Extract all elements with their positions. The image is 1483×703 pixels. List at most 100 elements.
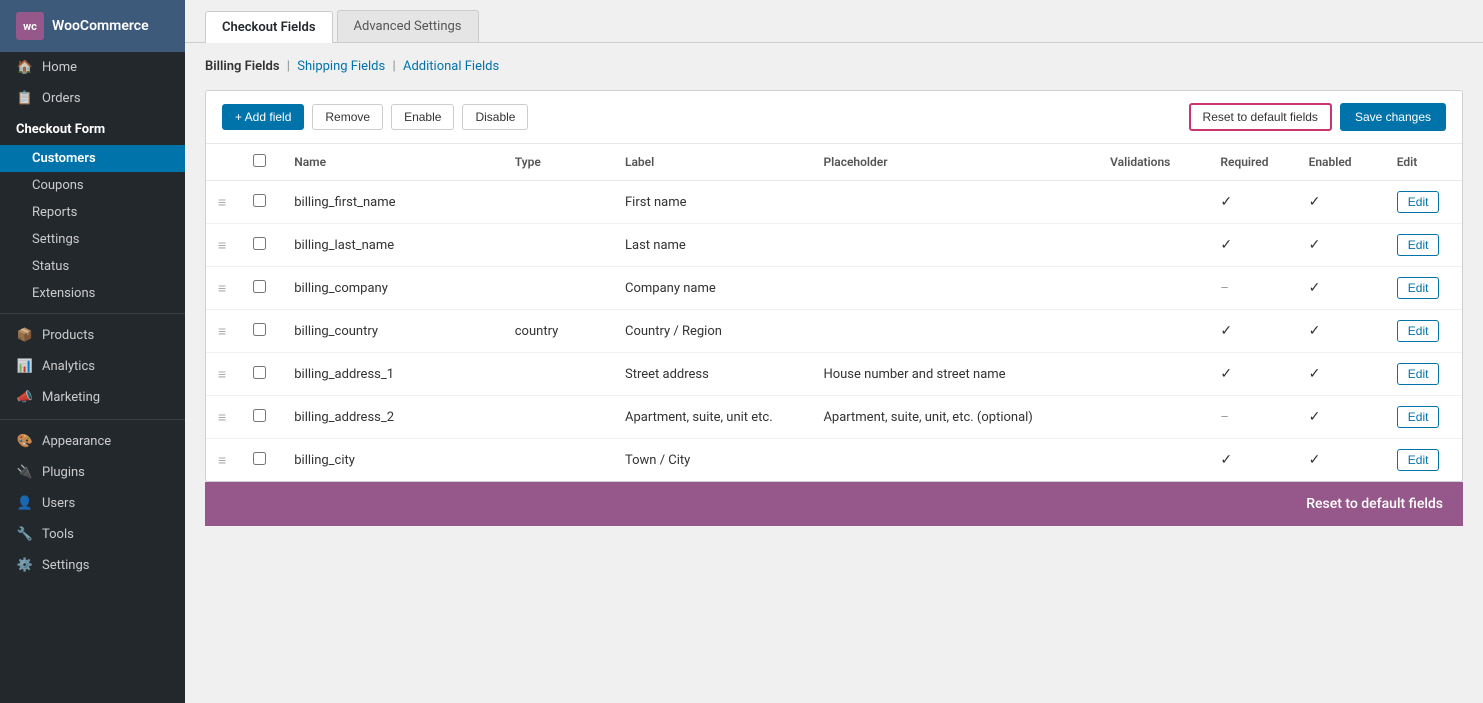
- sidebar-item-label-status: Status: [32, 259, 69, 274]
- row-checkbox[interactable]: [253, 194, 266, 207]
- drag-handle-icon[interactable]: ≡: [218, 324, 226, 340]
- drag-handle-icon[interactable]: ≡: [218, 410, 226, 426]
- edit-button[interactable]: Edit: [1397, 234, 1440, 256]
- sidebar-logo-text: WooCommerce: [52, 18, 149, 34]
- enabled-checkmark: ✓: [1309, 323, 1321, 339]
- sidebar-item-plugins[interactable]: 🔌 Plugins: [0, 457, 185, 488]
- row-type-cell: country: [503, 310, 613, 353]
- edit-button[interactable]: Edit: [1397, 363, 1440, 385]
- required-dash: –: [1220, 410, 1229, 425]
- row-type-cell: [503, 439, 613, 482]
- col-header-validations: Validations: [1098, 144, 1208, 181]
- drag-handle-icon[interactable]: ≡: [218, 195, 226, 211]
- enabled-checkmark: ✓: [1309, 452, 1321, 468]
- sidebar-divider-1: [0, 313, 185, 314]
- edit-button[interactable]: Edit: [1397, 277, 1440, 299]
- shipping-fields-link[interactable]: Shipping Fields: [297, 59, 385, 74]
- sidebar-item-orders[interactable]: 📋 Orders: [0, 83, 185, 114]
- tabs-bar: Checkout Fields Advanced Settings: [185, 0, 1483, 43]
- row-checkbox-cell: [241, 439, 282, 482]
- row-checkbox[interactable]: [253, 323, 266, 336]
- sidebar-item-label-settings: Settings: [32, 232, 79, 247]
- col-header-check: [241, 144, 282, 181]
- row-label-cell: Town / City: [613, 439, 811, 482]
- row-checkbox-cell: [241, 396, 282, 439]
- edit-button[interactable]: Edit: [1397, 320, 1440, 342]
- save-changes-button[interactable]: Save changes: [1340, 103, 1446, 131]
- additional-fields-link[interactable]: Additional Fields: [403, 59, 499, 74]
- sidebar-item-tools[interactable]: 🔧 Tools: [0, 519, 185, 550]
- tab-checkout-fields[interactable]: Checkout Fields: [205, 11, 333, 43]
- drag-handle-icon[interactable]: ≡: [218, 367, 226, 383]
- row-checkbox[interactable]: [253, 366, 266, 379]
- reset-button[interactable]: Reset to default fields: [1189, 103, 1332, 131]
- add-field-button[interactable]: + Add field: [222, 104, 304, 130]
- sidebar-item-checkout-form[interactable]: Checkout Form: [0, 114, 185, 145]
- sidebar-item-customers[interactable]: Customers: [0, 145, 185, 172]
- sidebar-item-appearance[interactable]: 🎨 Appearance: [0, 426, 185, 457]
- drag-handle-icon[interactable]: ≡: [218, 453, 226, 469]
- drag-handle-icon[interactable]: ≡: [218, 238, 226, 254]
- analytics-icon: 📊: [16, 359, 34, 374]
- sidebar-item-products[interactable]: 📦 Products: [0, 320, 185, 351]
- row-checkbox[interactable]: [253, 452, 266, 465]
- required-checkmark: ✓: [1220, 366, 1232, 382]
- sidebar-item-marketing[interactable]: 📣 Marketing: [0, 382, 185, 413]
- main-content: Checkout Fields Advanced Settings Billin…: [185, 0, 1483, 703]
- row-placeholder-cell: [811, 267, 1098, 310]
- sidebar-item-settings[interactable]: Settings: [0, 226, 185, 253]
- enable-button[interactable]: Enable: [391, 104, 454, 130]
- remove-button[interactable]: Remove: [312, 104, 383, 130]
- sidebar-item-analytics[interactable]: 📊 Analytics: [0, 351, 185, 382]
- table-row: ≡ billing_first_name First name ✓ ✓ Edit: [206, 181, 1462, 224]
- row-label-cell: Company name: [613, 267, 811, 310]
- users-icon: 👤: [16, 496, 34, 511]
- drag-handle-icon[interactable]: ≡: [218, 281, 226, 297]
- sidebar-item-coupons[interactable]: Coupons: [0, 172, 185, 199]
- row-name-cell: billing_company: [282, 267, 503, 310]
- row-placeholder-cell: Apartment, suite, unit, etc. (optional): [811, 396, 1098, 439]
- required-checkmark: ✓: [1220, 323, 1232, 339]
- sidebar-item-users[interactable]: 👤 Users: [0, 488, 185, 519]
- sidebar: wc WooCommerce 🏠 Home 📋 Orders Checkout …: [0, 0, 185, 703]
- row-enabled-cell: ✓: [1297, 181, 1385, 224]
- bottom-reset-label: Reset to default fields: [1306, 496, 1443, 512]
- sidebar-item-extensions[interactable]: Extensions: [0, 280, 185, 307]
- select-all-checkbox[interactable]: [253, 154, 266, 167]
- enabled-checkmark: ✓: [1309, 409, 1321, 425]
- col-header-enabled: Enabled: [1297, 144, 1385, 181]
- row-placeholder-cell: [811, 224, 1098, 267]
- bottom-reset-bar[interactable]: Reset to default fields: [205, 482, 1463, 526]
- enabled-checkmark: ✓: [1309, 237, 1321, 253]
- sidebar-item-label-orders: Orders: [42, 91, 81, 106]
- sidebar-logo[interactable]: wc WooCommerce: [0, 0, 185, 52]
- drag-handle-cell: ≡: [206, 181, 241, 224]
- enabled-checkmark: ✓: [1309, 194, 1321, 210]
- row-name-cell: billing_first_name: [282, 181, 503, 224]
- sidebar-item-label-coupons: Coupons: [32, 178, 84, 193]
- edit-button[interactable]: Edit: [1397, 191, 1440, 213]
- sidebar-item-label-tools: Tools: [42, 527, 74, 542]
- woocommerce-icon: wc: [16, 12, 44, 40]
- sidebar-woo-section: 🏠 Home 📋 Orders Checkout Form Customers …: [0, 52, 185, 581]
- row-label-cell: Apartment, suite, unit etc.: [613, 396, 811, 439]
- row-checkbox[interactable]: [253, 280, 266, 293]
- sidebar-item-home[interactable]: 🏠 Home: [0, 52, 185, 83]
- row-type-cell: [503, 267, 613, 310]
- sidebar-item-status[interactable]: Status: [0, 253, 185, 280]
- disable-button[interactable]: Disable: [462, 104, 528, 130]
- edit-button[interactable]: Edit: [1397, 449, 1440, 471]
- sidebar-item-settings2[interactable]: ⚙️ Settings: [0, 550, 185, 581]
- sidebar-item-label-checkout-form: Checkout Form: [16, 122, 105, 137]
- sidebar-divider-2: [0, 419, 185, 420]
- row-checkbox[interactable]: [253, 409, 266, 422]
- tab-advanced-settings[interactable]: Advanced Settings: [337, 10, 479, 42]
- sidebar-item-label-products: Products: [42, 328, 94, 343]
- sidebar-item-reports[interactable]: Reports: [0, 199, 185, 226]
- row-name-cell: billing_last_name: [282, 224, 503, 267]
- col-header-label: Label: [613, 144, 811, 181]
- row-checkbox[interactable]: [253, 237, 266, 250]
- row-placeholder-cell: House number and street name: [811, 353, 1098, 396]
- edit-button[interactable]: Edit: [1397, 406, 1440, 428]
- row-placeholder-cell: [811, 310, 1098, 353]
